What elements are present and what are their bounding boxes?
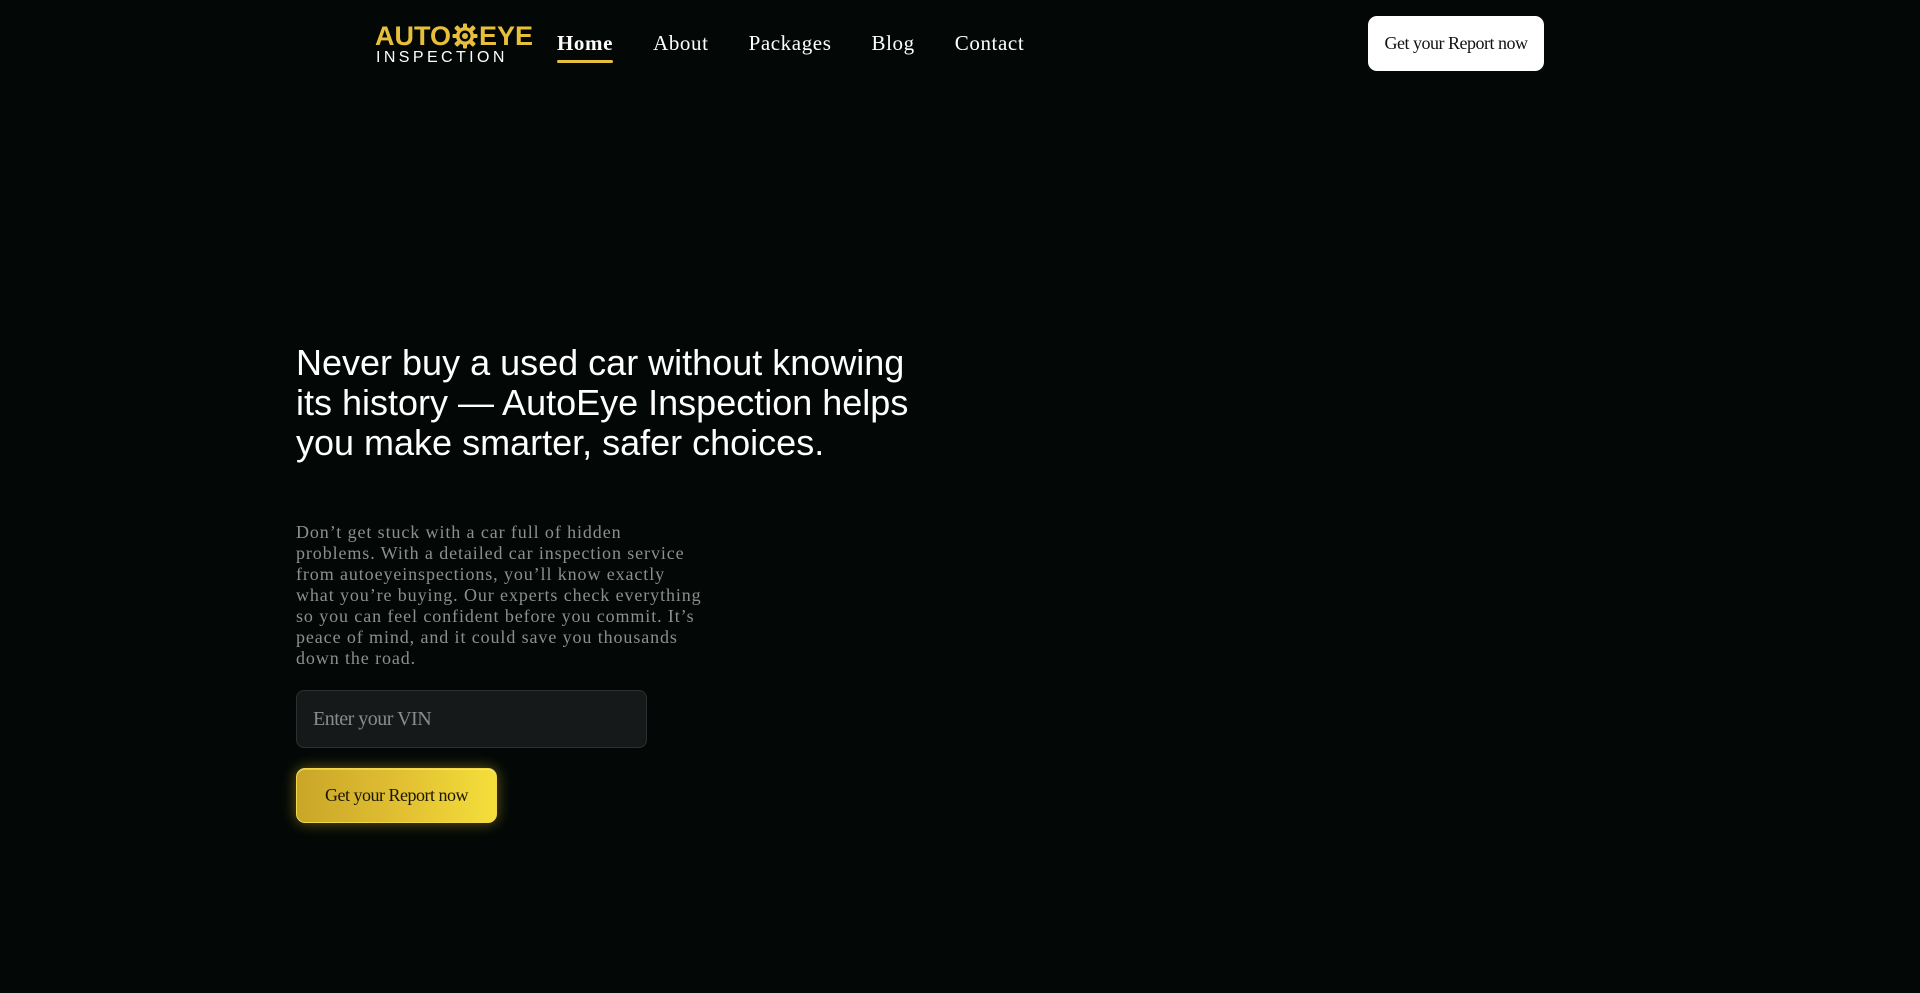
- autoeye-logo[interactable]: AUTO EYE INSPECTION: [375, 22, 533, 66]
- nav-item-about[interactable]: About: [653, 28, 709, 62]
- nav-item-contact[interactable]: Contact: [955, 28, 1025, 62]
- vin-input[interactable]: [296, 690, 647, 748]
- logo-wordmark: AUTO EYE: [375, 22, 533, 50]
- page: AUTO EYE INSPECTION Home About Packages …: [0, 0, 1920, 993]
- hero-get-report-button[interactable]: Get your Report now: [296, 768, 497, 823]
- site-header: AUTO EYE INSPECTION Home About Packages …: [0, 0, 1920, 86]
- nav-item-blog[interactable]: Blog: [872, 28, 915, 62]
- nav-item-packages[interactable]: Packages: [749, 28, 832, 62]
- logo-text-eye: EYE: [479, 21, 534, 51]
- logo-text-auto: AUTO: [375, 21, 452, 51]
- main-nav: Home About Packages Blog Contact: [557, 28, 1064, 63]
- logo-subtitle: INSPECTION: [376, 49, 508, 66]
- nav-item-home[interactable]: Home: [557, 28, 614, 63]
- header-get-report-button[interactable]: Get your Report now: [1368, 16, 1544, 71]
- gear-eye-icon: [452, 23, 478, 49]
- hero-description: Don’t get stuck with a car full of hidde…: [296, 522, 702, 668]
- hero-title: Never buy a used car without knowing its…: [296, 342, 909, 463]
